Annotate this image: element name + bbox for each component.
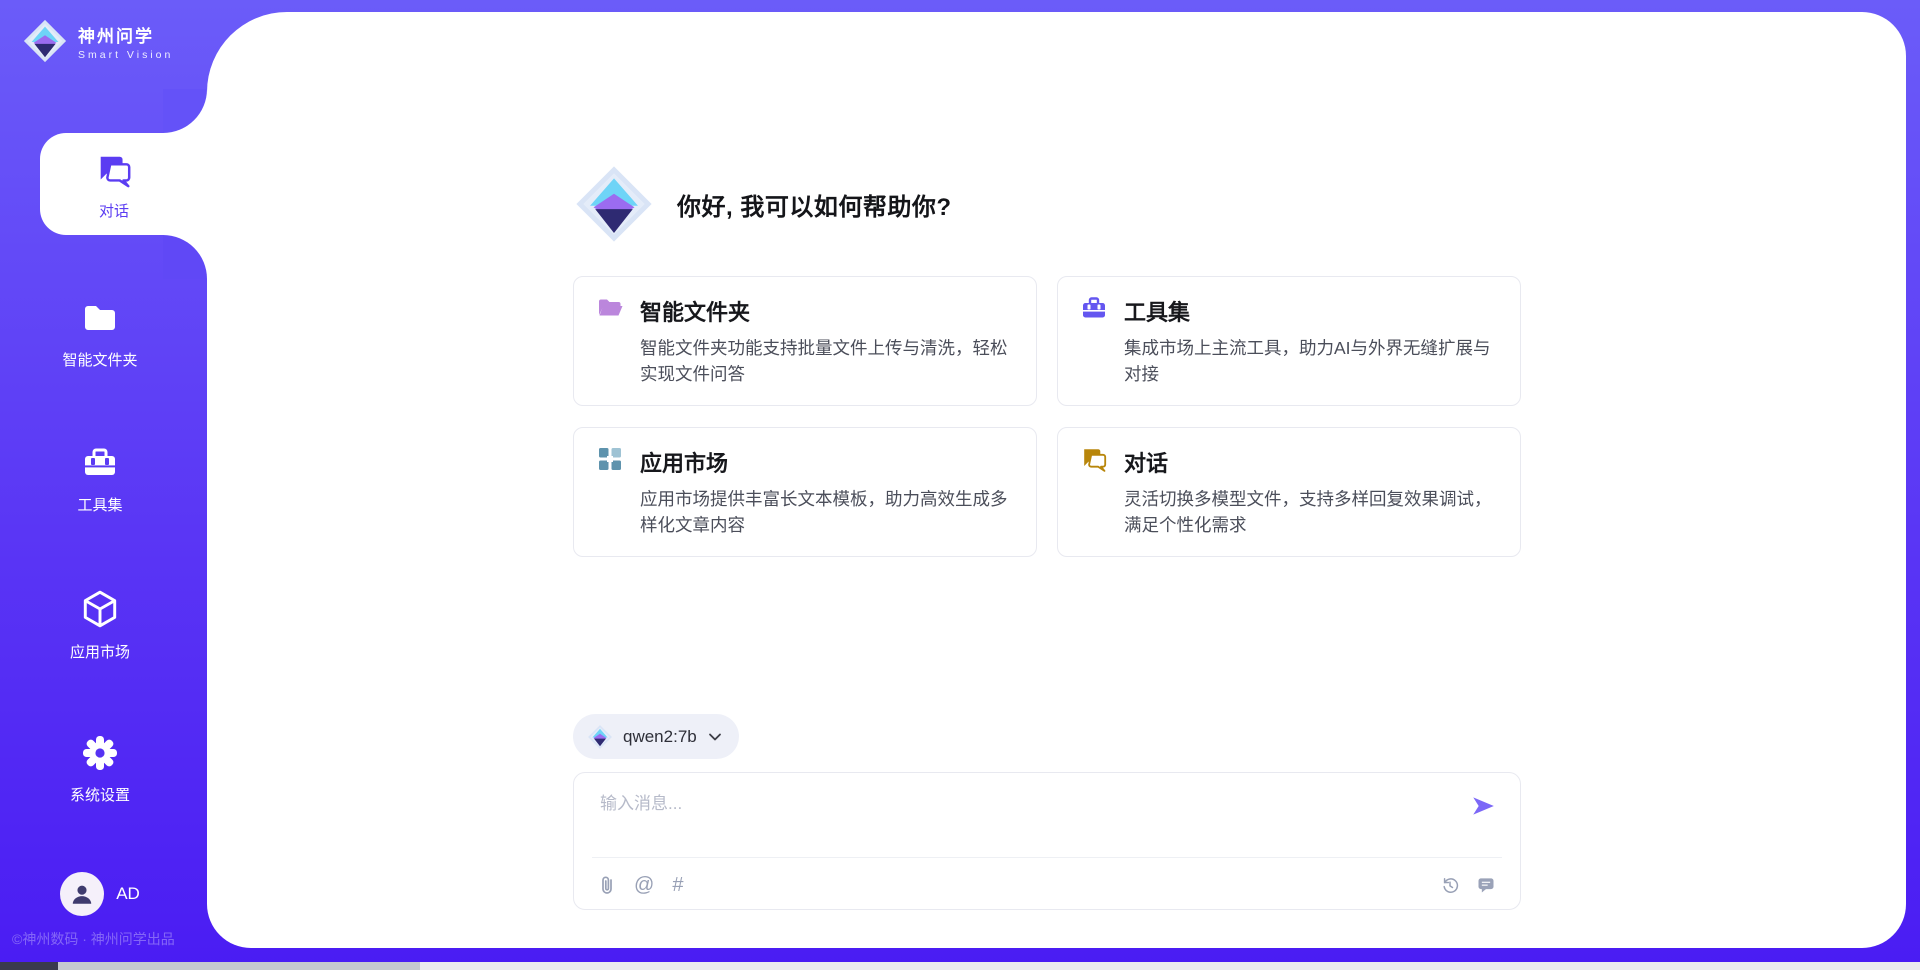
brand-subtitle: Smart Vision [78,49,173,61]
sidebar-item-smart-folder[interactable]: 智能文件夹 [0,298,200,370]
copyright-footer: ©神州数码 · 神州问学出品 [12,929,175,949]
sidebar-item-label: 对话 [40,200,188,221]
cube-icon [79,617,121,634]
sidebar-item-label: 系统设置 [0,784,200,805]
greeting-header: 你好, 我可以如何帮助你? [573,163,952,245]
attachment-icon[interactable] [598,875,616,895]
horizontal-scrollbar[interactable] [0,962,1920,970]
sidebar-item-label: 智能文件夹 [0,349,200,370]
mention-icon[interactable]: @ [634,875,654,895]
composer-divider [592,857,1502,858]
greeting-text: 你好, 我可以如何帮助你? [677,187,952,222]
card-description: 应用市场提供丰富长文本模板，助力高效生成多样化文章内容 [640,486,1014,539]
gear-icon [80,760,120,777]
model-diamond-icon [587,724,613,750]
toolbox-icon [1080,294,1108,327]
person-icon [69,881,95,907]
assistant-diamond-icon [573,163,655,245]
sidebar-item-chat[interactable]: 对话 [40,133,216,235]
chat-icon [1080,445,1108,478]
feature-cards: 智能文件夹 智能文件夹功能支持批量文件上传与清洗，轻松实现文件问答 工具集 集成… [573,276,1521,557]
card-description: 集成市场上主流工具，助力AI与外界无缝扩展与对接 [1124,335,1498,388]
card-toolset[interactable]: 工具集 集成市场上主流工具，助力AI与外界无缝扩展与对接 [1057,276,1521,406]
card-title: 应用市场 [640,446,728,478]
chevron-down-icon [707,729,723,745]
conversation-bubble-icon[interactable] [1476,875,1496,895]
app-grid-icon [596,445,624,478]
brand-logo: 神州问学 Smart Vision [22,18,173,64]
app-window: 神州问学 Smart Vision 对话 智能文件夹 [0,0,1920,970]
message-composer: @ # [573,772,1521,910]
tab-fillet-top [163,89,207,133]
chat-icon [95,176,133,193]
sidebar-item-label: 应用市场 [0,641,200,662]
history-icon[interactable] [1440,875,1460,895]
card-title: 工具集 [1124,295,1190,327]
model-selector[interactable]: qwen2:7b [573,714,739,759]
message-input[interactable] [600,789,1440,849]
scrollbar-thumb[interactable] [58,962,420,970]
user-name: AD [116,884,140,904]
card-description: 灵活切换多模型文件，支持多样回复效果调试，满足个性化需求 [1124,486,1498,539]
sidebar-item-toolset[interactable]: 工具集 [0,443,200,515]
folder-open-icon [596,294,624,327]
folder-icon [80,325,120,342]
card-app-market[interactable]: 应用市场 应用市场提供丰富长文本模板，助力高效生成多样化文章内容 [573,427,1037,557]
card-smart-folder[interactable]: 智能文件夹 智能文件夹功能支持批量文件上传与清洗，轻松实现文件问答 [573,276,1037,406]
card-title: 智能文件夹 [640,295,750,327]
card-title: 对话 [1124,446,1168,478]
sidebar-item-app-market[interactable]: 应用市场 [0,588,200,662]
sidebar-item-label: 工具集 [0,494,200,515]
card-description: 智能文件夹功能支持批量文件上传与清洗，轻松实现文件问答 [640,335,1014,388]
brand-diamond-icon [22,18,68,64]
model-name: qwen2:7b [623,727,697,747]
sidebar-item-settings[interactable]: 系统设置 [0,733,200,805]
card-chat[interactable]: 对话 灵活切换多模型文件，支持多样回复效果调试，满足个性化需求 [1057,427,1521,557]
composer-toolbar: @ # [598,869,1496,901]
brand-name: 神州问学 [78,22,173,47]
scrollbar-corner [0,962,58,970]
topic-hash-icon[interactable]: # [672,875,683,895]
tab-fillet-bottom [163,235,207,279]
avatar [60,872,104,916]
user-profile[interactable]: AD [0,872,200,916]
toolbox-icon [80,470,120,487]
send-icon[interactable] [1470,793,1496,819]
